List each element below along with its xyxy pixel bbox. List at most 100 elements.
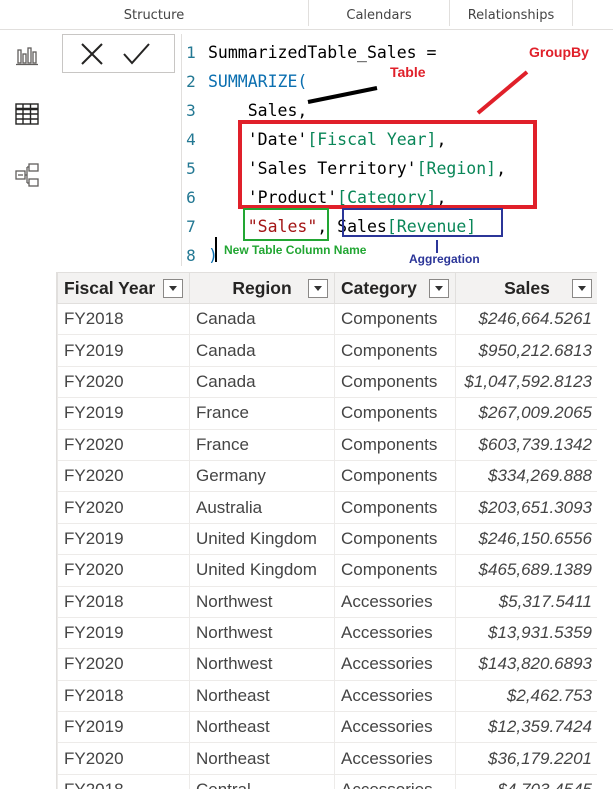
table-row[interactable]: FY2020 Canada Components $1,047,592.8123 (57, 365, 597, 399)
cell-region[interactable]: Canada (189, 365, 335, 399)
new-column-label: New Table Column Name (224, 243, 367, 257)
cell-sales[interactable]: $12,359.7424 (455, 711, 597, 744)
aggregation-highlight-box (342, 208, 503, 237)
cell-sales[interactable]: $2,462.753 (455, 679, 597, 713)
filter-dropdown-icon[interactable] (429, 279, 449, 298)
cell-region[interactable]: France (189, 397, 335, 430)
cell-category[interactable]: Accessories (334, 679, 456, 713)
table-row[interactable]: FY2019 Canada Components $950,212.6813 (57, 334, 597, 367)
cell-sales[interactable]: $246,664.5261 (455, 302, 597, 336)
cell-sales[interactable]: $334,269.888 (455, 459, 597, 493)
cell-category[interactable]: Accessories (334, 648, 456, 681)
cell-sales[interactable]: $203,651.3093 (455, 491, 597, 524)
groupby-highlight-box (238, 120, 537, 209)
cell-sales[interactable]: $13,931.5359 (455, 616, 597, 650)
header-label: Region (232, 277, 292, 298)
cell-category[interactable]: Components (334, 554, 456, 587)
cell-fiscal-year[interactable]: FY2019 (57, 616, 190, 650)
cell-region[interactable]: United Kingdom (189, 554, 335, 587)
header-label: Fiscal Year (64, 277, 156, 298)
cell-region[interactable]: Canada (189, 334, 335, 367)
cell-fiscal-year[interactable]: FY2018 (57, 585, 190, 618)
table-row[interactable]: FY2018 Northwest Accessories $5,317.5411 (57, 585, 597, 618)
aggregation-label: Aggregation (409, 252, 480, 266)
groupby-pointer-line (476, 70, 529, 115)
cell-fiscal-year[interactable]: FY2020 (57, 648, 190, 681)
table-row[interactable]: FY2020 Northwest Accessories $143,820.6893 (57, 648, 597, 681)
cell-region[interactable]: Northeast (189, 679, 335, 713)
cell-category[interactable]: Components (334, 491, 456, 524)
filter-dropdown-icon[interactable] (163, 279, 183, 298)
table-row[interactable]: FY2018 Northeast Accessories $2,462.753 (57, 679, 597, 713)
cell-region[interactable]: Northwest (189, 648, 335, 681)
cell-fiscal-year[interactable]: FY2018 (57, 679, 190, 713)
cell-region[interactable]: Central (189, 773, 335, 789)
cell-fiscal-year[interactable]: FY2020 (57, 459, 190, 493)
cell-sales[interactable]: $246,150.6556 (455, 522, 597, 556)
table-row[interactable]: FY2019 Northeast Accessories $12,359.7424 (57, 711, 597, 744)
column-header-sales[interactable]: Sales (455, 272, 597, 304)
cell-sales[interactable]: $4,703.4545 (455, 773, 597, 789)
header-label: Category (341, 277, 417, 298)
column-header-category[interactable]: Category (334, 272, 456, 304)
cell-category[interactable]: Components (334, 365, 456, 399)
table-row[interactable]: FY2020 France Components $603,739.1342 (57, 428, 597, 461)
cell-fiscal-year[interactable]: FY2020 (57, 491, 190, 524)
cell-category[interactable]: Accessories (334, 585, 456, 618)
cell-fiscal-year[interactable]: FY2019 (57, 334, 190, 367)
table-row[interactable]: FY2019 France Components $267,009.2065 (57, 397, 597, 430)
cell-fiscal-year[interactable]: FY2020 (57, 554, 190, 587)
cell-category[interactable]: Accessories (334, 616, 456, 650)
cell-category[interactable]: Components (334, 397, 456, 430)
column-header-fiscal-year[interactable]: Fiscal Year (57, 272, 190, 304)
cell-region[interactable]: Northeast (189, 742, 335, 775)
table-body: FY2018 Canada Components $246,664.5261 FY201… (57, 302, 597, 789)
table-label: Table (390, 64, 426, 80)
cell-region[interactable]: Northeast (189, 711, 335, 744)
cell-sales[interactable]: $1,047,592.8123 (455, 365, 597, 399)
cell-fiscal-year[interactable]: FY2018 (57, 302, 190, 336)
cell-region[interactable]: United Kingdom (189, 522, 335, 556)
table-row[interactable]: FY2020 Australia Components $203,651.3093 (57, 491, 597, 524)
cell-category[interactable]: Components (334, 522, 456, 556)
new-column-highlight-box (243, 208, 329, 241)
cell-sales[interactable]: $950,212.6813 (455, 334, 597, 367)
cell-fiscal-year[interactable]: FY2020 (57, 742, 190, 775)
cell-fiscal-year[interactable]: FY2018 (57, 773, 190, 789)
cell-category[interactable]: Accessories (334, 711, 456, 744)
table-row[interactable]: FY2020 United Kingdom Components $465,689.1… (57, 554, 597, 587)
table-row[interactable]: FY2018 Canada Components $246,664.5261 (57, 302, 597, 336)
cell-sales[interactable]: $36,179.2201 (455, 742, 597, 775)
cell-sales[interactable]: $603,739.1342 (455, 428, 597, 461)
cell-category[interactable]: Components (334, 334, 456, 367)
column-header-region[interactable]: Region (189, 272, 335, 304)
table-row[interactable]: FY2020 Germany Components $334,269.888 (57, 459, 597, 493)
cell-category[interactable]: Components (334, 302, 456, 336)
cell-region[interactable]: Germany (189, 459, 335, 493)
filter-dropdown-icon[interactable] (572, 279, 592, 298)
table-row[interactable]: FY2019 Northwest Accessories $13,931.5359 (57, 616, 597, 650)
cell-category[interactable]: Components (334, 459, 456, 493)
table-row[interactable]: FY2019 United Kingdom Components $246,150.6… (57, 522, 597, 556)
table-row[interactable]: FY2018CentralAccessories$4,703.4545 (57, 773, 597, 789)
cell-category[interactable]: Accessories (334, 742, 456, 775)
cell-fiscal-year[interactable]: FY2019 (57, 522, 190, 556)
cell-region[interactable]: Australia (189, 491, 335, 524)
cell-region[interactable]: Northwest (189, 585, 335, 618)
cell-region[interactable]: Canada (189, 302, 335, 336)
cell-category[interactable]: Components (334, 428, 456, 461)
cell-fiscal-year[interactable]: FY2019 (57, 711, 190, 744)
cell-category[interactable]: Accessories (334, 773, 456, 789)
cell-fiscal-year[interactable]: FY2020 (57, 365, 190, 399)
cell-sales[interactable]: $143,820.6893 (455, 648, 597, 681)
table-row[interactable]: FY2020 Northeast Accessories $36,179.2201 (57, 742, 597, 775)
data-table: Fiscal Year Region Category Sales FY2018… (56, 272, 597, 789)
filter-dropdown-icon[interactable] (308, 279, 328, 298)
cell-sales[interactable]: $465,689.1389 (455, 554, 597, 587)
cell-sales[interactable]: $5,317.5411 (455, 585, 597, 618)
cell-fiscal-year[interactable]: FY2020 (57, 428, 190, 461)
cell-region[interactable]: Northwest (189, 616, 335, 650)
cell-region[interactable]: France (189, 428, 335, 461)
cell-fiscal-year[interactable]: FY2019 (57, 397, 190, 430)
cell-sales[interactable]: $267,009.2065 (455, 397, 597, 430)
